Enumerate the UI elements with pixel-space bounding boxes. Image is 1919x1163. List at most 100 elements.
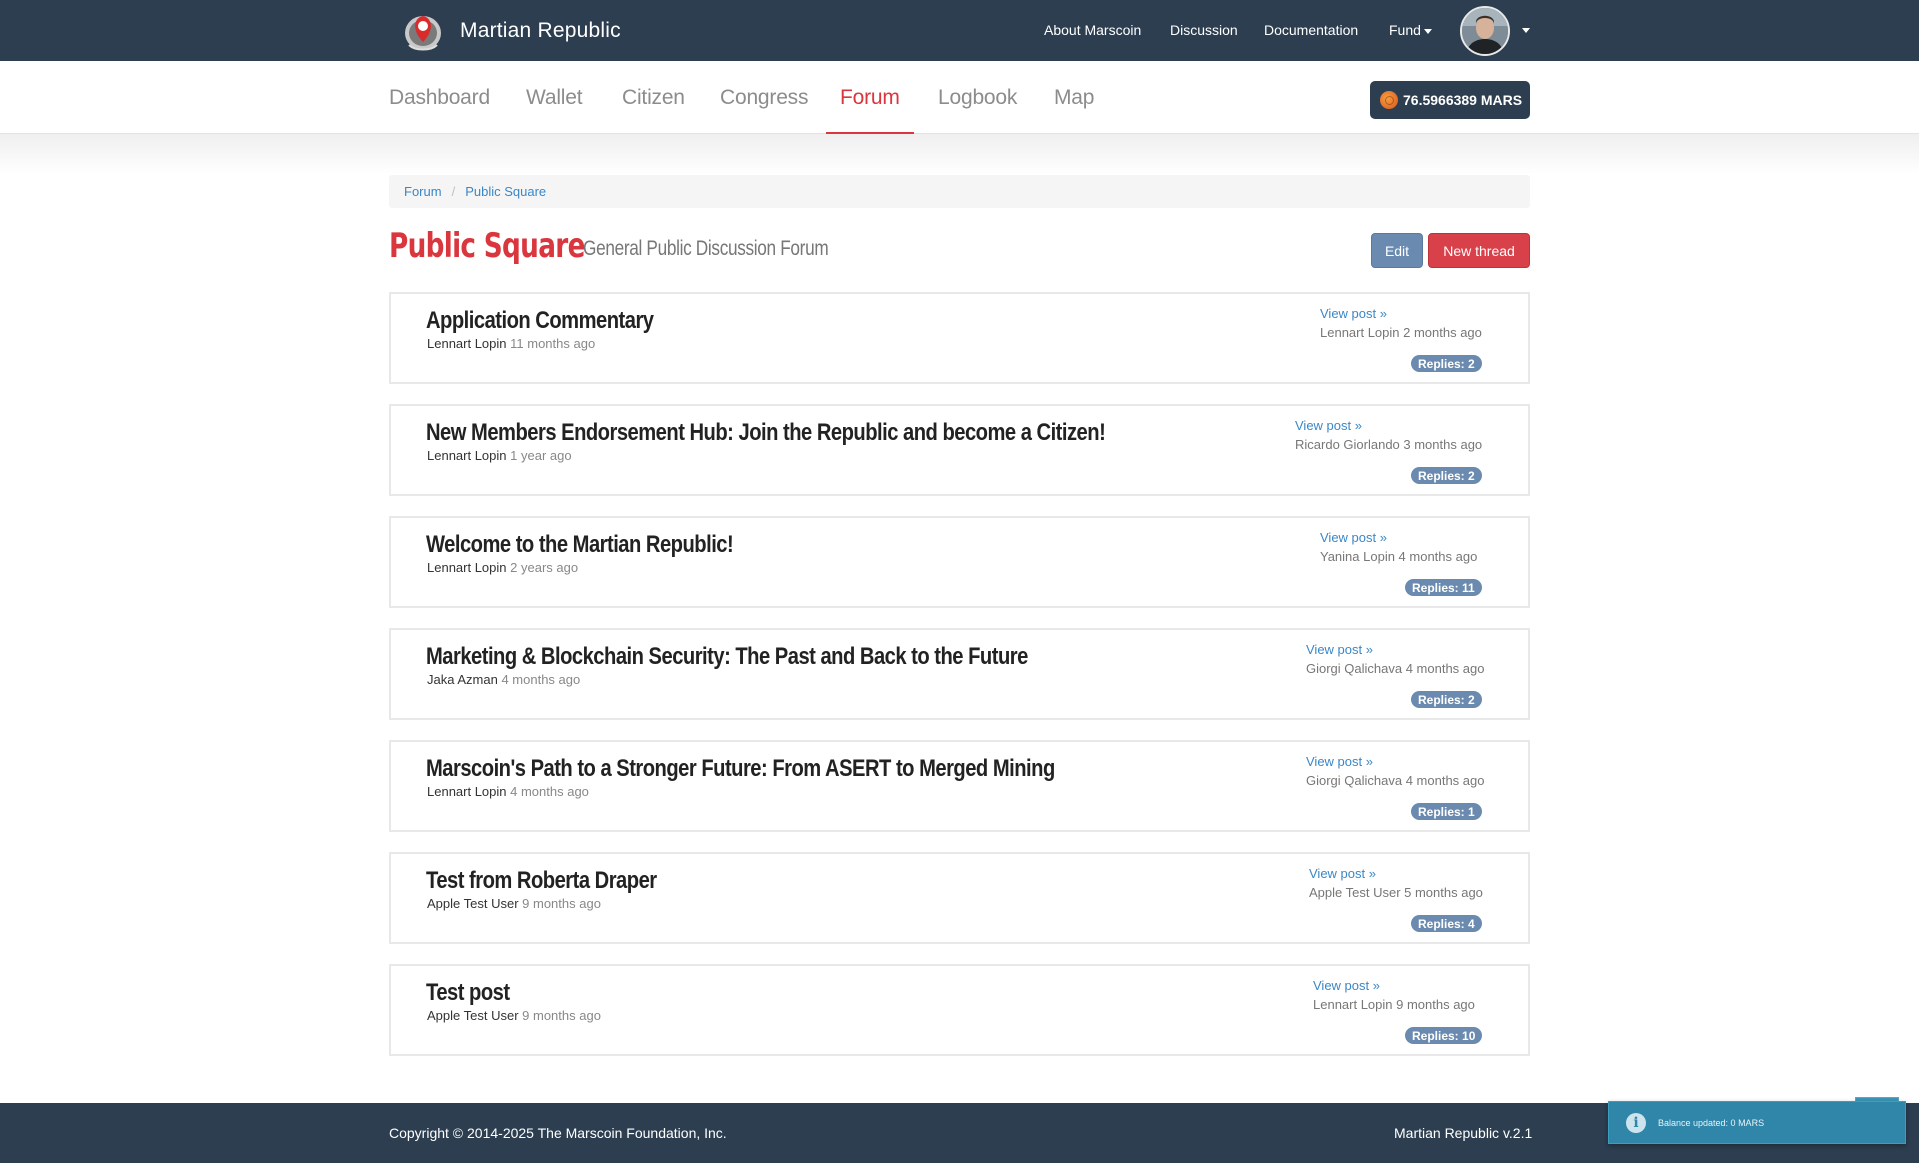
new-thread-button[interactable]: New thread	[1428, 233, 1530, 268]
breadcrumb: Forum / Public Square	[389, 175, 1530, 208]
thread-age: 2 years ago	[510, 560, 579, 575]
view-post-link[interactable]: View post »	[1306, 640, 1484, 659]
nav-fund-dropdown[interactable]: Fund	[1389, 22, 1432, 38]
main-tabs: Dashboard Wallet Citizen Congress Forum …	[0, 61, 1919, 134]
thread-card: Welcome to the Martian Republic! Lennart…	[389, 516, 1530, 608]
thread-age: 4 months ago	[510, 784, 589, 799]
replies-badge[interactable]: Replies: 2	[1411, 355, 1482, 372]
last-post-author: Lennart Lopin 9 months ago	[1313, 997, 1475, 1012]
thread-meta: Apple Test User 9 months ago	[427, 896, 601, 911]
thread-age: 9 months ago	[522, 1008, 601, 1023]
thread-card: New Members Endorsement Hub: Join the Re…	[389, 404, 1530, 496]
nav-discussion[interactable]: Discussion	[1170, 22, 1238, 38]
nav-about-marscoin[interactable]: About Marscoin	[1044, 22, 1141, 38]
breadcrumb-public-square[interactable]: Public Square	[465, 184, 546, 199]
brand[interactable]: Martian Republic	[401, 8, 621, 54]
last-post-info: View post » Apple Test User 5 months ago	[1309, 864, 1483, 902]
last-post-info: View post » Giorgi Qalichava 4 months ag…	[1306, 640, 1484, 678]
last-post-author: Yanina Lopin 4 months ago	[1320, 549, 1478, 564]
martian-republic-logo-icon	[401, 9, 445, 53]
tab-congress[interactable]: Congress	[720, 86, 808, 110]
thread-author: Lennart Lopin	[427, 448, 507, 463]
tab-wallet[interactable]: Wallet	[526, 86, 583, 110]
thread-age: 1 year ago	[510, 448, 572, 463]
tab-logbook[interactable]: Logbook	[938, 86, 1017, 110]
last-post-info: View post » Giorgi Qalichava 4 months ag…	[1306, 752, 1484, 790]
last-post-author: Giorgi Qalichava 4 months ago	[1306, 661, 1485, 676]
replies-badge[interactable]: Replies: 10	[1405, 1027, 1483, 1044]
nav-fund-label: Fund	[1389, 22, 1421, 38]
tab-dashboard[interactable]: Dashboard	[389, 86, 490, 110]
thread-card: Application Commentary Lennart Lopin 11 …	[389, 292, 1530, 384]
page-title: Public Square	[389, 226, 585, 266]
thread-title[interactable]: Test from Roberta Draper	[426, 867, 657, 895]
thread-author: Apple Test User	[427, 896, 519, 911]
brand-name: Martian Republic	[460, 19, 621, 42]
tab-forum[interactable]: Forum	[840, 86, 900, 110]
balance-button[interactable]: 76.5966389 MARS	[1370, 81, 1530, 119]
view-post-link[interactable]: View post »	[1320, 304, 1482, 323]
view-post-link[interactable]: View post »	[1295, 416, 1482, 435]
thread-author: Lennart Lopin	[427, 336, 507, 351]
view-post-link[interactable]: View post »	[1309, 864, 1483, 883]
thread-title[interactable]: New Members Endorsement Hub: Join the Re…	[426, 419, 1106, 447]
view-post-link[interactable]: View post »	[1313, 976, 1475, 995]
thread-meta: Apple Test User 9 months ago	[427, 1008, 601, 1023]
thread-age: 4 months ago	[501, 672, 581, 687]
copyright-text: Copyright © 2014-2025 The Marscoin Found…	[389, 1125, 727, 1141]
thread-author: Lennart Lopin	[427, 560, 507, 575]
last-post-author: Giorgi Qalichava 4 months ago	[1306, 773, 1485, 788]
replies-badge[interactable]: Replies: 2	[1411, 467, 1482, 484]
balance-label: 76.5966389 MARS	[1403, 92, 1523, 108]
last-post-info: View post » Lennart Lopin 9 months ago	[1313, 976, 1475, 1014]
avatar[interactable]	[1460, 6, 1510, 56]
last-post-author: Apple Test User 5 months ago	[1309, 885, 1483, 900]
page-subtitle: General Public Discussion Forum	[583, 237, 829, 260]
thread-age: 11 months ago	[510, 336, 596, 351]
thread-title[interactable]: Welcome to the Martian Republic!	[426, 531, 734, 559]
replies-badge[interactable]: Replies: 2	[1411, 691, 1482, 708]
thread-author: Lennart Lopin	[427, 784, 507, 799]
nav-documentation[interactable]: Documentation	[1264, 22, 1358, 38]
user-menu-caret-icon[interactable]	[1522, 28, 1530, 33]
thread-title[interactable]: Marketing & Blockchain Security: The Pas…	[426, 643, 1028, 671]
last-post-info: View post » Ricardo Giorlando 3 months a…	[1295, 416, 1482, 454]
thread-age: 9 months ago	[522, 896, 601, 911]
tab-map[interactable]: Map	[1054, 86, 1094, 110]
tab-citizen[interactable]: Citizen	[622, 86, 685, 110]
top-navbar: Martian Republic About Marscoin Discussi…	[0, 0, 1919, 61]
thread-meta: Lennart Lopin 11 months ago	[427, 336, 595, 351]
thread-card: Marscoin's Path to a Stronger Future: Fr…	[389, 740, 1530, 832]
thread-card: Test post Apple Test User 9 months ago V…	[389, 964, 1530, 1056]
thread-title[interactable]: Test post	[426, 979, 510, 1007]
replies-badge[interactable]: Replies: 1	[1411, 803, 1482, 820]
thread-meta: Lennart Lopin 2 years ago	[427, 560, 578, 575]
replies-badge[interactable]: Replies: 4	[1411, 915, 1482, 932]
version-text: Martian Republic v.2.1	[1394, 1125, 1533, 1141]
thread-title[interactable]: Application Commentary	[426, 307, 654, 335]
replies-badge[interactable]: Replies: 11	[1405, 579, 1482, 596]
thread-card: Marketing & Blockchain Security: The Pas…	[389, 628, 1530, 720]
last-post-info: View post » Lennart Lopin 2 months ago	[1320, 304, 1482, 342]
thread-card: Test from Roberta Draper Apple Test User…	[389, 852, 1530, 944]
info-icon: i	[1626, 1112, 1646, 1133]
caret-down-icon	[1423, 28, 1432, 34]
marscoin-icon	[1380, 91, 1398, 109]
view-post-link[interactable]: View post »	[1306, 752, 1484, 771]
thread-title[interactable]: Marscoin's Path to a Stronger Future: Fr…	[426, 755, 1055, 783]
toast-message: Balance updated: 0 MARS	[1658, 1117, 1765, 1128]
last-post-author: Lennart Lopin 2 months ago	[1320, 325, 1482, 340]
thread-meta: Lennart Lopin 4 months ago	[427, 784, 589, 799]
last-post-info: View post » Yanina Lopin 4 months ago	[1320, 528, 1477, 566]
header-shadow	[0, 134, 1919, 174]
view-post-link[interactable]: View post »	[1320, 528, 1477, 547]
breadcrumb-separator: /	[451, 184, 456, 199]
edit-button[interactable]: Edit	[1371, 233, 1423, 268]
thread-meta: Lennart Lopin 1 year ago	[427, 448, 572, 463]
thread-author: Jaka Azman	[427, 672, 498, 687]
notification-toast[interactable]: i Balance updated: 0 MARS	[1608, 1101, 1906, 1144]
last-post-author: Ricardo Giorlando 3 months ago	[1295, 437, 1483, 452]
thread-meta: Jaka Azman 4 months ago	[427, 672, 580, 687]
thread-author: Apple Test User	[427, 1008, 519, 1023]
breadcrumb-forum[interactable]: Forum	[404, 184, 442, 199]
